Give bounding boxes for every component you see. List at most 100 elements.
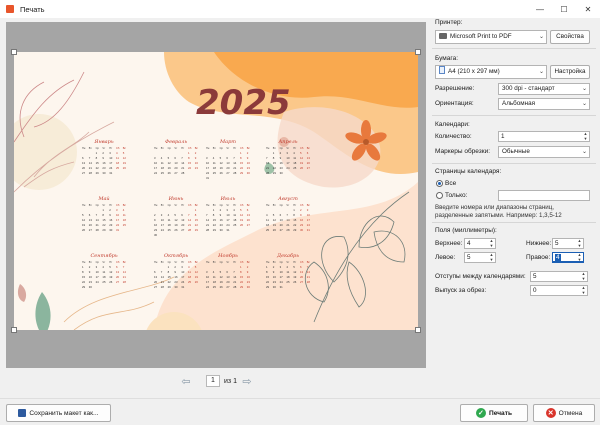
day-number: 20 [226, 280, 230, 284]
day-number: 6 [226, 156, 228, 160]
all-pages-radio[interactable] [436, 180, 443, 187]
bottom-margin-label: Нижнее: [526, 240, 552, 247]
day-number: 7 [286, 213, 288, 217]
weekday-label: Пн [154, 146, 158, 150]
day-number: 2 [247, 151, 249, 155]
printer-properties-button[interactable]: Свойства [550, 30, 590, 44]
day-number: 31 [206, 176, 210, 180]
chevron-down-icon: ⌄ [538, 69, 544, 75]
only-pages-radio[interactable] [436, 192, 443, 199]
day-number: 28 [286, 228, 290, 232]
day-number: 1 [82, 265, 84, 269]
day-number: 16 [195, 161, 199, 165]
next-page-icon[interactable]: ⇨ [241, 375, 253, 388]
day-number: 12 [109, 270, 113, 274]
day-number: 23 [154, 228, 158, 232]
chevron-down-icon: ⌄ [581, 149, 587, 155]
pages-hint: Введите номера или диапазоны страниц, ра… [435, 204, 562, 219]
day-number: 2 [195, 151, 197, 155]
day-number: 26 [293, 280, 297, 284]
day-number: 24 [307, 223, 311, 227]
day-number: 30 [300, 228, 304, 232]
month-name: Январь [93, 139, 113, 145]
month-name: Март [219, 139, 236, 145]
top-margin-stepper[interactable]: 4 ▲ ▼ [464, 238, 496, 249]
day-number: 11 [266, 218, 269, 222]
day-number: 26 [168, 171, 172, 175]
day-number: 16 [247, 275, 251, 279]
page-number-input[interactable]: 1 [206, 375, 220, 387]
day-number: 15 [240, 275, 244, 279]
title-bar: Печать — ☐ ✕ [0, 0, 600, 18]
day-number: 30 [247, 285, 251, 289]
day-number: 14 [188, 218, 192, 222]
prev-page-icon[interactable]: ⇦ [180, 375, 192, 388]
bottom-margin-stepper[interactable]: 5 ▲ ▼ [552, 238, 584, 249]
cancel-button[interactable]: ✕ Отмена [533, 404, 595, 422]
day-number: 27 [174, 171, 178, 175]
resolution-select[interactable]: 300 dpi - стандарт ⌄ [498, 83, 590, 95]
weekday-label: Ср [96, 146, 100, 150]
day-number: 25 [102, 280, 106, 284]
day-number: 29 [102, 228, 106, 232]
day-number: 26 [109, 280, 113, 284]
stepper-arrows-icon[interactable]: ▲ ▼ [489, 252, 494, 262]
day-number: 19 [168, 166, 172, 170]
day-number: 2 [89, 265, 91, 269]
weekday-label: Ср [280, 146, 284, 150]
day-number: 23 [89, 280, 93, 284]
day-number: 27 [154, 285, 158, 289]
gap-stepper[interactable]: 5 ▲ ▼ [530, 271, 588, 282]
day-number: 3 [307, 208, 309, 212]
weekday-label: Вт [89, 203, 93, 207]
print-button[interactable]: ✓ Печать [460, 404, 528, 422]
day-number: 1 [102, 208, 104, 212]
right-margin-stepper[interactable]: 4 ▲ ▼ [552, 252, 584, 263]
bleed-stepper[interactable]: 0 ▲ ▼ [530, 285, 588, 296]
day-number: 12 [220, 161, 224, 165]
stepper-arrows-icon[interactable]: ▲ ▼ [577, 238, 582, 248]
paper-setup-button[interactable]: Настройка [550, 65, 590, 79]
minimize-icon[interactable]: — [528, 0, 552, 18]
weekday-label: Вт [213, 203, 217, 207]
print-preview: 2025 Январь Пн Вт Ср Чт Пт Сб Вс 1 2 3 4 5 6 7 8 9 10 11 12… [6, 22, 426, 368]
day-number: 12 [168, 161, 172, 165]
left-margin-stepper[interactable]: 5 ▲ ▼ [464, 252, 496, 263]
day-number: 4 [266, 213, 268, 217]
printer-select[interactable]: Microsoft Print to PDF ⌄ [435, 30, 547, 44]
day-number: 4 [161, 156, 163, 160]
month-name: Июнь [168, 196, 184, 202]
day-number: 31 [307, 228, 311, 232]
stepper-arrows-icon[interactable]: ▲ ▼ [583, 131, 588, 141]
day-number: 28 [233, 171, 237, 175]
weekday-label: Вс [195, 203, 199, 207]
day-number: 5 [123, 151, 125, 155]
day-number: 4 [123, 208, 125, 212]
paper-select[interactable]: A4 (210 x 297 мм) ⌄ [435, 65, 547, 79]
day-number: 24 [161, 228, 165, 232]
day-number: 2 [220, 208, 222, 212]
stepper-arrows-icon[interactable]: ▲ ▼ [489, 238, 494, 248]
day-number: 22 [213, 223, 217, 227]
day-number: 20 [181, 223, 185, 227]
orientation-select[interactable]: Альбомная ⌄ [498, 98, 590, 110]
day-number: 22 [293, 223, 297, 227]
crop-marks-select[interactable]: Обычные ⌄ [498, 146, 590, 158]
save-layout-button[interactable]: Сохранить макет как... [6, 404, 111, 422]
stepper-arrows-icon[interactable]: ▲ ▼ [581, 285, 586, 295]
day-number: 11 [102, 270, 105, 274]
day-number: 15 [188, 161, 192, 165]
close-icon[interactable]: ✕ [576, 0, 600, 18]
day-number: 3 [109, 151, 111, 155]
weekday-label: Вт [213, 146, 217, 150]
month-name: Ноябрь [217, 252, 238, 259]
stepper-arrows-icon[interactable]: ▲ ▼ [577, 252, 582, 262]
day-number: 30 [247, 171, 251, 175]
pages-input[interactable] [498, 190, 590, 201]
stepper-arrows-icon[interactable]: ▲ ▼ [581, 271, 586, 281]
count-stepper[interactable]: 1 ▲ ▼ [498, 131, 590, 142]
maximize-icon[interactable]: ☐ [552, 0, 576, 18]
day-number: 26 [174, 228, 178, 232]
day-number: 14 [286, 218, 290, 222]
day-number: 3 [154, 156, 156, 160]
